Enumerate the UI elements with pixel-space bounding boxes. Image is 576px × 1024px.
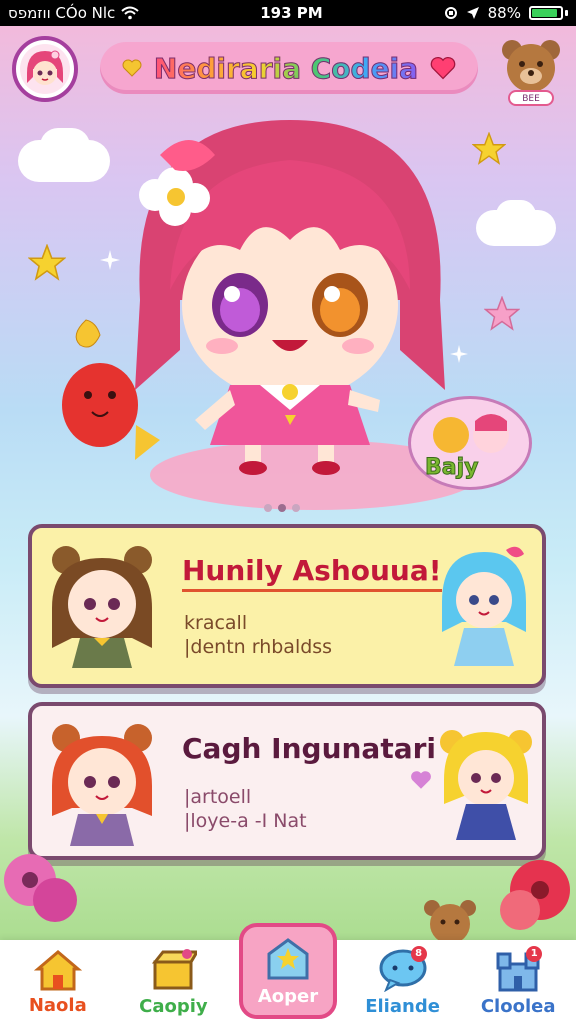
game-title: Nediraria Codeia <box>153 51 419 85</box>
status-left: ווזמפס CÓo Nlc <box>8 4 139 22</box>
nav-label: Eliande <box>365 995 440 1017</box>
small-bear-decoration <box>424 900 476 944</box>
player-avatar-button[interactable] <box>12 36 78 102</box>
avatar-girl-icon <box>20 44 70 94</box>
nav-item-box[interactable]: Caopiy <box>123 940 223 1024</box>
card-subtitle-1: kracall <box>184 612 248 634</box>
carrier-label: ווזמפס CÓo Nlc <box>8 4 116 22</box>
game-title-banner: Nediraria Codeia <box>100 42 478 94</box>
carousel-dot[interactable] <box>278 504 286 512</box>
nav-label: Cloolea <box>480 995 556 1017</box>
rotation-lock-icon <box>444 7 457 19</box>
heart-icon <box>411 771 431 789</box>
star-house-icon <box>267 937 309 979</box>
blue-hair-character <box>442 546 526 666</box>
nav-item-castle[interactable]: 1 Cloolea <box>468 940 568 1024</box>
flower-decoration <box>500 860 570 930</box>
nav-label: Aoper <box>257 985 319 1007</box>
nav-item-play[interactable]: Aoper <box>238 923 337 1019</box>
nav-item-home[interactable]: Naola <box>8 940 108 1024</box>
card-title: Hunily Ashouua! <box>182 554 442 592</box>
card-subtitle-2: |loуе-a -I Nat <box>184 810 307 832</box>
wifi-icon <box>121 6 139 20</box>
hero-character-area[interactable]: Bajy <box>0 100 576 520</box>
mode-card-1[interactable]: Hunily Ashouua! kracall |dentn rhbaldss <box>28 524 546 688</box>
card-title: Cagh Ingunatari <box>182 732 437 765</box>
status-right: 88% <box>444 4 568 22</box>
heart-icon <box>122 59 142 77</box>
carousel-dot[interactable] <box>292 504 300 512</box>
battery-icon <box>528 6 568 20</box>
nav-item-chat[interactable]: 8 Eliande <box>353 940 453 1024</box>
blonde-girl-character <box>440 730 532 840</box>
house-icon <box>33 949 82 990</box>
nav-label: Caopiy <box>139 995 208 1017</box>
status-bar: ווזמפס CÓo Nlc 193 PM 88% <box>0 0 576 26</box>
battery-percent: 88% <box>487 4 521 22</box>
mode-card-2[interactable]: Cagh Ingunatari |artoell |loуе-a -I Nat <box>28 702 546 860</box>
carousel-dots[interactable] <box>264 504 300 512</box>
friend-bubble-badge[interactable]: Bajy <box>408 396 532 490</box>
bottom-navigation: Naola Caopiy Aoper 8 Eliande 1 Cloolea <box>0 923 576 1024</box>
teddy-bear-icon <box>502 40 560 92</box>
friends-icon <box>433 414 509 453</box>
nav-label: Naola <box>28 994 87 1016</box>
flower-decoration <box>4 854 77 922</box>
carousel-dot[interactable] <box>264 504 272 512</box>
header: Nediraria Codeia BEE <box>0 26 576 106</box>
clock: 193 PM <box>260 4 323 22</box>
location-icon <box>466 7 479 19</box>
bear-shop-button[interactable]: BEE <box>498 36 564 108</box>
treasure-box-icon <box>152 948 198 989</box>
notification-badge: 8 <box>410 946 427 962</box>
card-subtitle-2: |dentn rhbaldss <box>184 636 333 658</box>
red-bear-girl-character <box>52 724 152 846</box>
heart-icon <box>430 56 456 80</box>
card-subtitle-1: |artoell <box>184 786 252 808</box>
bear-girl-character <box>52 546 152 668</box>
bubble-badge-text: Bajy <box>425 455 479 481</box>
